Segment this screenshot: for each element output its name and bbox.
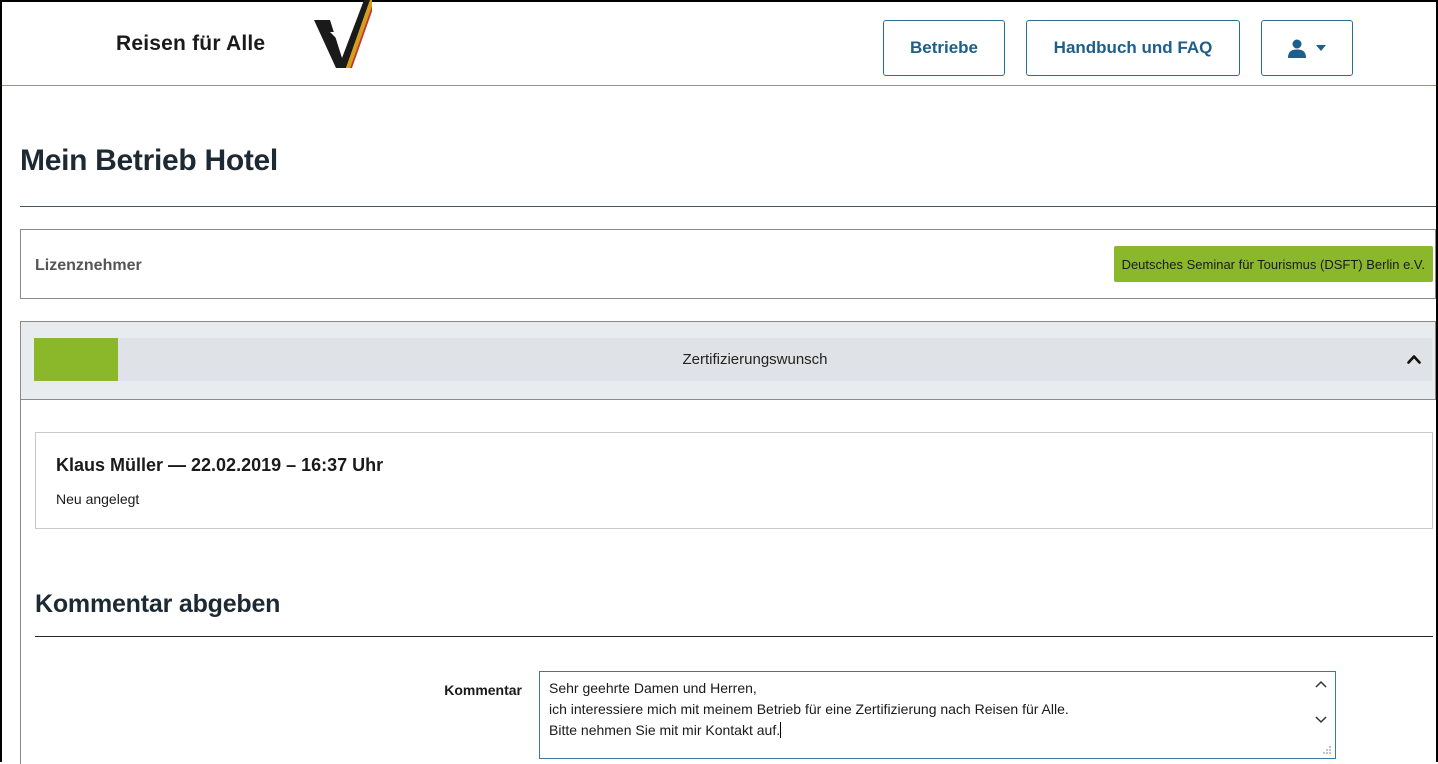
chevron-up-icon[interactable] <box>1404 349 1424 369</box>
zertifizierung-accordion: Zertifizierungswunsch <box>20 321 1436 400</box>
comment-line: Bitte nehmen Sie mit mir Kontakt auf. <box>549 720 1305 741</box>
comment-textarea[interactable]: Sehr geehrte Damen und Herren, ich inter… <box>539 671 1336 759</box>
site-header: Reisen für Alle Betriebe Handbuch und FA… <box>2 0 1436 86</box>
accordion-header[interactable]: Zertifizierungswunsch <box>34 338 1432 381</box>
faq-button[interactable]: Handbuch und FAQ <box>1026 20 1240 76</box>
resize-grip-icon[interactable] <box>1322 745 1332 755</box>
scroll-up-icon[interactable] <box>1315 680 1327 688</box>
betriebe-button[interactable]: Betriebe <box>883 20 1005 76</box>
logo-text: Reisen für Alle <box>116 32 266 55</box>
logo[interactable]: Reisen für Alle <box>116 0 372 76</box>
entry-title: Klaus Müller — 22.02.2019 – 16:37 Uhr <box>56 455 384 475</box>
comment-section-title: Kommentar abgeben <box>35 590 281 618</box>
browser-frame: Reisen für Alle Betriebe Handbuch und FA… <box>0 0 1438 764</box>
logo-check-icon <box>314 0 372 68</box>
lizenznehmer-label: Lizenznehmer <box>35 257 142 274</box>
text-caret <box>780 722 782 738</box>
status-swatch <box>34 338 118 381</box>
comment-section-divider <box>35 636 1433 637</box>
comment-line-text: Bitte nehmen Sie mit mir Kontakt auf. <box>549 722 781 738</box>
history-entry: Klaus Müller — 22.02.2019 – 16:37 Uhr Ne… <box>35 432 1433 529</box>
comment-line: Sehr geehrte Damen und Herren, <box>549 680 757 696</box>
comment-label: Kommentar <box>444 682 522 698</box>
user-icon <box>1288 39 1306 58</box>
user-menu-button[interactable] <box>1261 20 1353 76</box>
title-divider <box>20 206 1436 207</box>
scroll-down-icon[interactable] <box>1315 716 1327 724</box>
page-title: Mein Betrieb Hotel <box>20 144 278 177</box>
lizenznehmer-panel: Lizenznehmer Deutsches Seminar für Touri… <box>20 229 1436 299</box>
accordion-title: Zertifizierungswunsch <box>682 351 828 368</box>
comment-line: ich interessiere mich mit meinem Betrieb… <box>549 701 1069 717</box>
caret-down-icon <box>1316 45 1326 51</box>
entry-status: Neu angelegt <box>56 491 140 507</box>
lizenznehmer-badge: Deutsches Seminar für Tourismus (DSFT) B… <box>1113 246 1433 282</box>
